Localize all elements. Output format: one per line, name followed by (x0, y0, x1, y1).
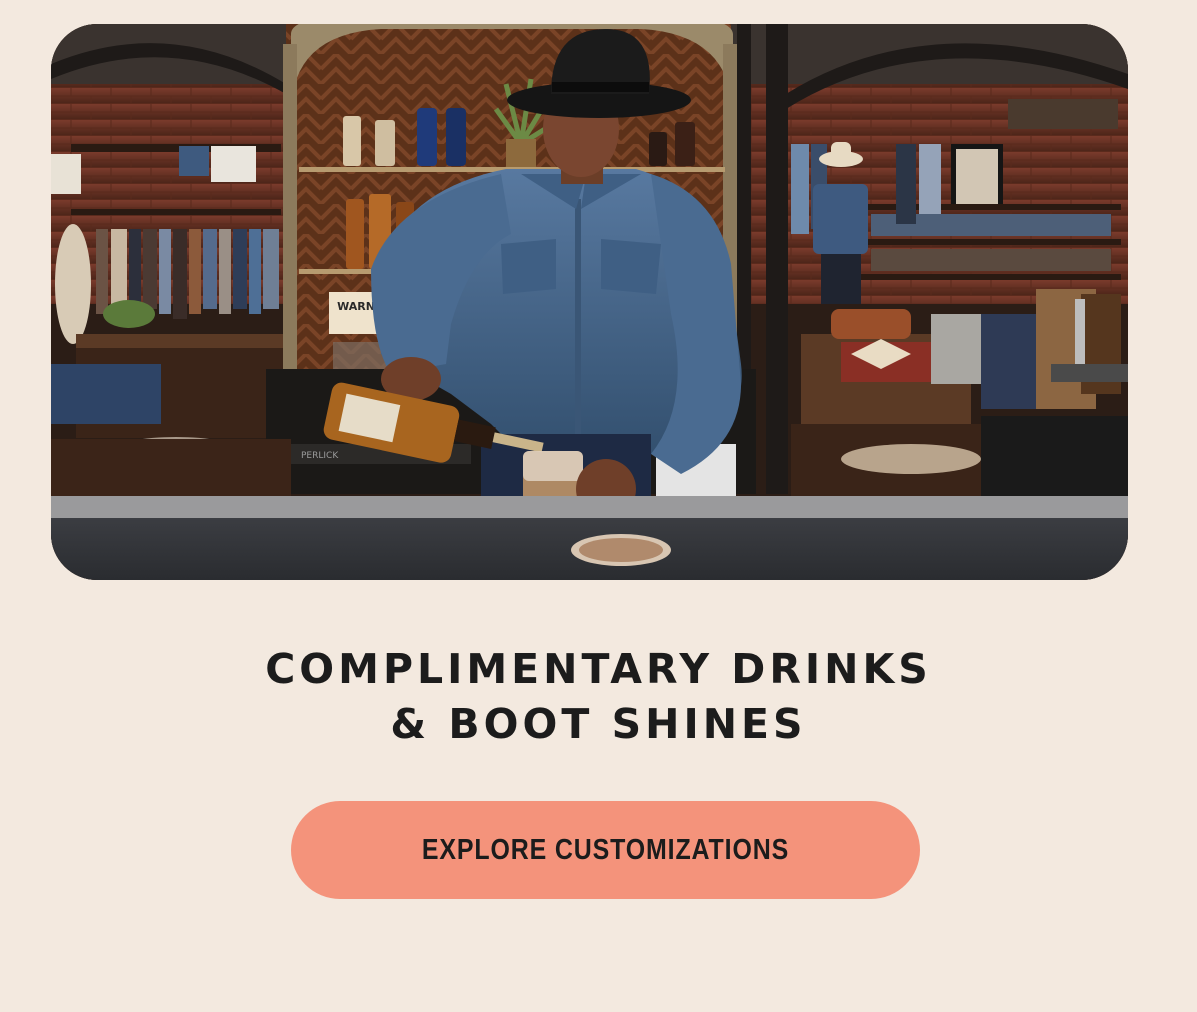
warning-sign-text: WARN (337, 300, 375, 313)
headline-line-2: & BOOT SHINES (390, 700, 807, 748)
headline: COMPLIMENTARY DRINKS & BOOT SHINES (0, 642, 1197, 752)
explore-customizations-label: EXPLORE CUSTOMIZATIONS (421, 833, 790, 866)
hero-illustration: WARN PERLICK (51, 24, 1128, 580)
explore-customizations-button[interactable]: EXPLORE CUSTOMIZATIONS (291, 801, 920, 899)
hero-image: WARN PERLICK (51, 24, 1128, 580)
headline-line-1: COMPLIMENTARY DRINKS (265, 645, 932, 693)
bar-fridge-label: PERLICK (301, 451, 339, 461)
